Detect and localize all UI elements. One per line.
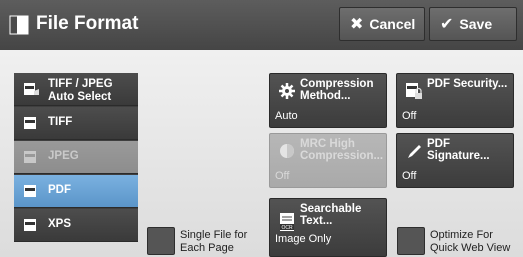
gear-icon — [279, 83, 295, 99]
format-label: JPEG — [48, 150, 79, 162]
jpeg-icon — [24, 151, 36, 163]
format-option-tiff-jpeg[interactable]: TIFF / JPEG Auto Select — [14, 73, 138, 106]
optimize-web-view-label: Optimize For Quick Web View — [430, 229, 511, 254]
svg-text:OCR: OCR — [281, 225, 293, 231]
pdf-icon — [24, 185, 36, 197]
compression-value: Auto — [275, 110, 298, 122]
tiff-icon — [24, 117, 36, 129]
format-label: TIFF / JPEG Auto Select — [48, 78, 113, 103]
mrc-icon — [280, 144, 294, 158]
pen-icon — [408, 145, 421, 158]
single-file-label: Single File for Each Page — [180, 229, 248, 254]
single-file-checkbox[interactable] — [147, 227, 175, 255]
file-format-list: TIFF / JPEG Auto Select TIFF JPEG PDF XP… — [14, 73, 138, 242]
ocr-icon: OCR — [280, 213, 294, 231]
xps-icon — [24, 219, 36, 231]
optimize-web-view-checkbox[interactable] — [397, 227, 425, 255]
format-label: TIFF — [48, 116, 73, 128]
searchable-text-button[interactable]: OCR Searchable Text... Image Only — [269, 198, 387, 257]
document-icon — [9, 15, 29, 35]
check-icon: ✔ — [440, 16, 454, 33]
format-option-xps[interactable]: XPS — [14, 209, 138, 242]
title-bar: File Format ✖ Cancel ✔ Save — [0, 0, 523, 50]
tiff-jpeg-icon — [24, 83, 39, 95]
pdf-signature-button[interactable]: PDF Signature... Off — [396, 133, 514, 188]
searchable-title: Searchable Text... — [300, 203, 362, 227]
mrc-high-compression-button: MRC High Compression... Off — [269, 133, 387, 188]
mrc-value: Off — [275, 170, 290, 182]
format-option-tiff[interactable]: TIFF — [14, 107, 138, 140]
save-label: Save — [459, 16, 493, 32]
format-option-pdf[interactable]: PDF — [14, 175, 138, 208]
pdf-security-value: Off — [402, 110, 417, 122]
save-button[interactable]: ✔ Save — [429, 7, 517, 41]
cancel-button[interactable]: ✖ Cancel — [339, 7, 425, 41]
pdf-signature-value: Off — [402, 170, 417, 182]
close-icon: ✖ — [350, 16, 364, 33]
cancel-label: Cancel — [369, 16, 416, 32]
pdf-signature-title: PDF Signature... — [427, 138, 490, 162]
mrc-title: MRC High Compression... — [300, 138, 384, 162]
compression-title: Compression Method... — [300, 78, 374, 102]
searchable-value: Image Only — [275, 233, 332, 245]
pdf-security-title: PDF Security... — [427, 78, 508, 90]
format-option-jpeg: JPEG — [14, 141, 138, 174]
format-label: XPS — [48, 218, 72, 230]
page-title: File Format — [36, 13, 139, 34]
pdf-security-button[interactable]: PDF Security... Off — [396, 73, 514, 128]
compression-method-button[interactable]: Compression Method... Auto — [269, 73, 387, 128]
format-label: PDF — [48, 184, 71, 196]
pdf-lock-icon — [406, 83, 422, 99]
